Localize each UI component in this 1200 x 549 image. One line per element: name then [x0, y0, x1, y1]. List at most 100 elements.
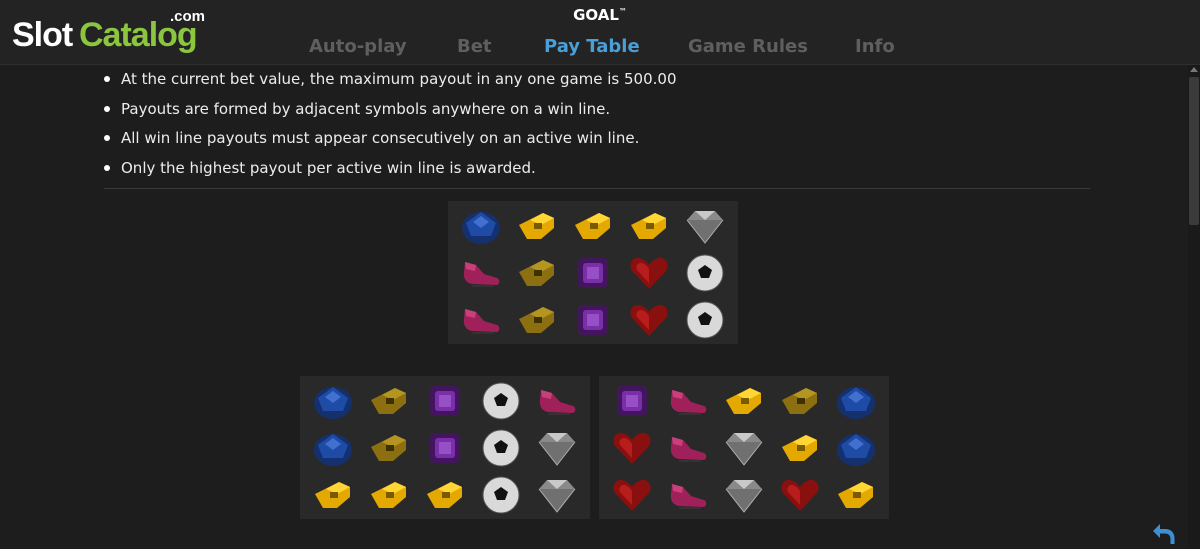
whistle-dark-icon	[782, 387, 817, 414]
whistle-gold-icon	[371, 481, 406, 508]
football-icon	[482, 476, 520, 513]
win-line-example-grid	[599, 376, 889, 519]
reel-symbol-cell	[565, 296, 621, 343]
reel-symbol-cell	[361, 377, 417, 424]
reel-symbol-cell	[565, 249, 621, 296]
boot-icon	[539, 389, 576, 415]
diamond-icon	[538, 432, 576, 466]
trademark-mark: ™	[618, 7, 627, 16]
reel-symbol-cell	[509, 202, 565, 249]
reel-symbol-cell	[772, 424, 828, 471]
win-line-example-grid	[300, 376, 590, 519]
reel-symbol-cell	[828, 377, 884, 424]
reel-symbol-cell	[621, 249, 677, 296]
reel-symbol-cell	[473, 471, 529, 518]
divider	[104, 188, 1090, 189]
diamond-icon	[725, 479, 763, 513]
reel-symbol-cell	[660, 471, 716, 518]
tab-bar: Auto-play Bet Pay Table Game Rules Info	[0, 36, 1200, 60]
game-title-text: GOAL	[573, 6, 619, 24]
sapphire-icon	[314, 433, 352, 466]
reel-symbol-cell	[828, 424, 884, 471]
reel-symbol-cell	[772, 377, 828, 424]
reel-symbol-cell	[417, 377, 473, 424]
reel-symbol-cell	[305, 471, 361, 518]
sapphire-icon	[314, 386, 352, 419]
reel-symbol-cell	[604, 377, 660, 424]
amethyst-icon	[430, 432, 460, 463]
whistle-gold-icon	[315, 481, 350, 508]
football-icon	[686, 254, 724, 291]
reel-symbol-cell	[604, 424, 660, 471]
reel-symbol-cell	[677, 296, 733, 343]
scroll-up-arrow-icon[interactable]	[1190, 67, 1198, 72]
boot-icon	[670, 483, 707, 509]
sapphire-icon	[462, 211, 500, 244]
whistle-gold-icon	[782, 434, 817, 461]
rule-item: All win line payouts must appear consecu…	[104, 128, 677, 158]
ruby-heart-icon	[613, 479, 651, 511]
reel-symbol-cell	[604, 471, 660, 518]
boot-icon	[670, 436, 707, 462]
reel-symbol-cell	[529, 377, 585, 424]
reel-symbol-cell	[509, 249, 565, 296]
reel-symbol-cell	[361, 424, 417, 471]
whistle-gold-icon	[519, 212, 554, 239]
reel-symbol-cell	[565, 202, 621, 249]
tab-pay-table[interactable]: Pay Table	[544, 36, 640, 57]
whistle-gold-icon	[726, 387, 761, 414]
whistle-gold-icon	[838, 481, 873, 508]
ruby-heart-icon	[781, 479, 819, 511]
reel-symbol-cell	[621, 296, 677, 343]
reel-symbol-cell	[772, 471, 828, 518]
whistle-dark-icon	[371, 387, 406, 414]
whistle-gold-icon	[575, 212, 610, 239]
reel-symbol-cell	[677, 202, 733, 249]
whistle-dark-icon	[519, 306, 554, 333]
reel-symbol-cell	[361, 471, 417, 518]
scrollbar-thumb[interactable]	[1189, 77, 1199, 225]
whistle-gold-icon	[631, 212, 666, 239]
game-title: GOAL™	[0, 6, 1200, 24]
tab-bet[interactable]: Bet	[457, 36, 492, 57]
sapphire-icon	[837, 433, 875, 466]
reel-symbol-cell	[716, 424, 772, 471]
reel-symbol-cell	[529, 424, 585, 471]
amethyst-icon	[578, 304, 608, 335]
ruby-heart-icon	[613, 432, 651, 464]
whistle-dark-icon	[371, 434, 406, 461]
reel-symbol-cell	[453, 296, 509, 343]
back-arrow-icon[interactable]	[1151, 520, 1177, 546]
diamond-icon	[725, 432, 763, 466]
tab-info[interactable]: Info	[855, 36, 895, 57]
rule-item: At the current bet value, the maximum pa…	[104, 69, 677, 99]
reel-symbol-cell	[453, 202, 509, 249]
ruby-heart-icon	[630, 257, 668, 289]
reel-symbol-cell	[828, 471, 884, 518]
pay-table-content: At the current bet value, the maximum pa…	[0, 65, 1188, 549]
football-icon	[482, 382, 520, 419]
diamond-icon	[538, 479, 576, 513]
sapphire-icon	[837, 386, 875, 419]
scrollbar[interactable]	[1188, 65, 1200, 549]
reel-symbol-cell	[660, 424, 716, 471]
reel-symbol-cell	[529, 471, 585, 518]
boot-icon	[463, 308, 500, 334]
diamond-icon	[686, 210, 724, 244]
football-icon	[482, 429, 520, 466]
reel-symbol-cell	[473, 377, 529, 424]
whistle-dark-icon	[519, 259, 554, 286]
reel-symbol-cell	[621, 202, 677, 249]
reel-symbol-cell	[660, 377, 716, 424]
reel-symbol-cell	[453, 249, 509, 296]
reel-symbol-cell	[716, 471, 772, 518]
whistle-gold-icon	[427, 481, 462, 508]
boot-icon	[670, 389, 707, 415]
tab-game-rules[interactable]: Game Rules	[688, 36, 808, 57]
reel-symbol-cell	[509, 296, 565, 343]
reel-symbol-cell	[417, 424, 473, 471]
rules-list: At the current bet value, the maximum pa…	[104, 69, 677, 187]
tab-auto-play[interactable]: Auto-play	[309, 36, 407, 57]
reel-symbol-cell	[305, 424, 361, 471]
win-line-example-grid	[448, 201, 738, 344]
